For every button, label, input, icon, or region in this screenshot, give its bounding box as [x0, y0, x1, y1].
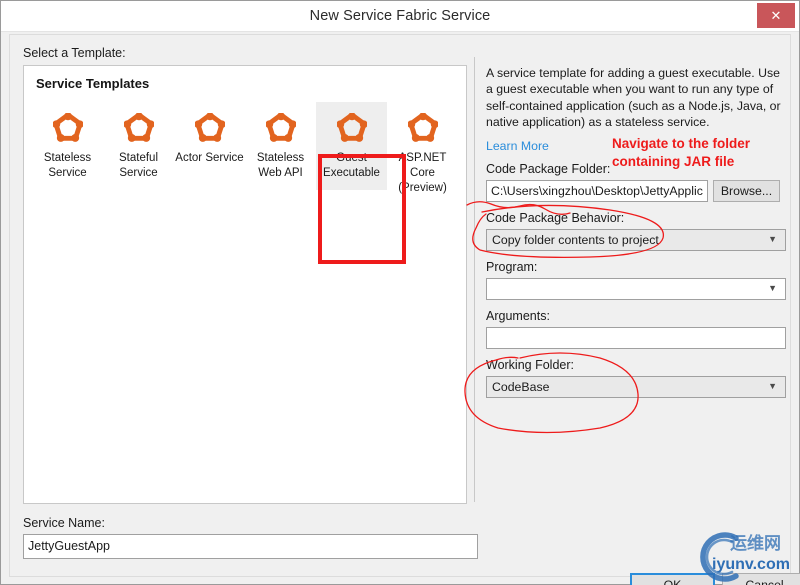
template-item-guest-executable[interactable]: Guest Executable: [316, 102, 387, 190]
service-templates-panel: Service Templates Stateless Service Stat…: [23, 65, 467, 504]
code-package-folder-label: Code Package Folder:: [486, 162, 611, 177]
ok-button[interactable]: OK: [630, 573, 715, 585]
template-item-stateless-web-api[interactable]: Stateless Web API: [245, 102, 316, 190]
working-folder-value: CodeBase: [492, 380, 550, 395]
template-label: Stateful Service: [119, 152, 158, 179]
browse-button[interactable]: Browse...: [713, 180, 780, 203]
template-label: Guest Executable: [323, 152, 380, 179]
service-name-label: Service Name:: [23, 516, 105, 530]
service-fabric-icon: [32, 111, 103, 145]
code-package-behavior-row: Copy folder contents to project ▼: [486, 229, 786, 252]
page-title: New Service Fabric Service: [309, 8, 491, 24]
program-select[interactable]: ▼: [486, 278, 786, 301]
service-fabric-icon: [316, 111, 387, 145]
service-templates-header: Service Templates: [36, 76, 150, 91]
template-description: A service template for adding a guest ex…: [486, 66, 781, 129]
learn-more-link[interactable]: Learn More: [486, 139, 549, 153]
code-package-behavior-label: Code Package Behavior:: [486, 211, 625, 226]
template-item-stateful-service[interactable]: Stateful Service: [103, 102, 174, 190]
code-package-folder-row: C:\Users\xingzhou\Desktop\JettyApplic Br…: [486, 180, 786, 203]
dialog-body: Select a Template: Service Templates Sta…: [9, 34, 800, 585]
screenshot-root: New Service Fabric Service ✕ Select a Te…: [0, 0, 800, 585]
template-list: Stateless Service Stateful Service Actor…: [32, 102, 462, 205]
service-fabric-icon: [245, 111, 316, 145]
dialog-window: New Service Fabric Service ✕ Select a Te…: [0, 0, 800, 585]
service-name-input[interactable]: JettyGuestApp: [23, 534, 478, 559]
cancel-button[interactable]: Cancel: [722, 573, 800, 585]
select-template-label: Select a Template:: [23, 46, 126, 60]
chevron-down-icon: ▼: [768, 381, 777, 392]
arguments-label: Arguments:: [486, 309, 550, 324]
template-item-stateless-service[interactable]: Stateless Service: [32, 102, 103, 190]
code-package-behavior-select[interactable]: Copy folder contents to project ▼: [486, 229, 786, 252]
arguments-row: [486, 327, 786, 350]
working-folder-label: Working Folder:: [486, 358, 574, 373]
chevron-down-icon: ▼: [768, 283, 777, 294]
working-folder-select[interactable]: CodeBase ▼: [486, 376, 786, 399]
template-label: Stateless Service: [43, 152, 92, 179]
program-label: Program:: [486, 260, 538, 275]
arguments-input[interactable]: [486, 327, 786, 350]
title-bar: New Service Fabric Service ✕: [1, 1, 799, 32]
panel-divider: [474, 57, 475, 502]
template-details-pane: A service template for adding a guest ex…: [486, 65, 786, 399]
service-fabric-icon: [387, 111, 458, 145]
working-folder-row: CodeBase ▼: [486, 376, 786, 399]
service-fabric-icon: [174, 111, 245, 145]
template-label: Stateless Web API: [256, 152, 305, 179]
template-label: ASP.NET Core (Preview): [398, 152, 447, 194]
template-item-actor-service[interactable]: Actor Service: [174, 102, 245, 175]
program-row: ▼: [486, 278, 786, 301]
code-package-behavior-value: Copy folder contents to project: [492, 233, 659, 248]
template-label: Actor Service: [175, 152, 244, 164]
service-fabric-icon: [103, 111, 174, 145]
close-icon[interactable]: ✕: [757, 3, 795, 28]
template-item-aspnet-core[interactable]: ASP.NET Core (Preview): [387, 102, 458, 205]
chevron-down-icon: ▼: [768, 234, 777, 245]
code-package-folder-input[interactable]: C:\Users\xingzhou\Desktop\JettyApplic: [486, 180, 708, 203]
